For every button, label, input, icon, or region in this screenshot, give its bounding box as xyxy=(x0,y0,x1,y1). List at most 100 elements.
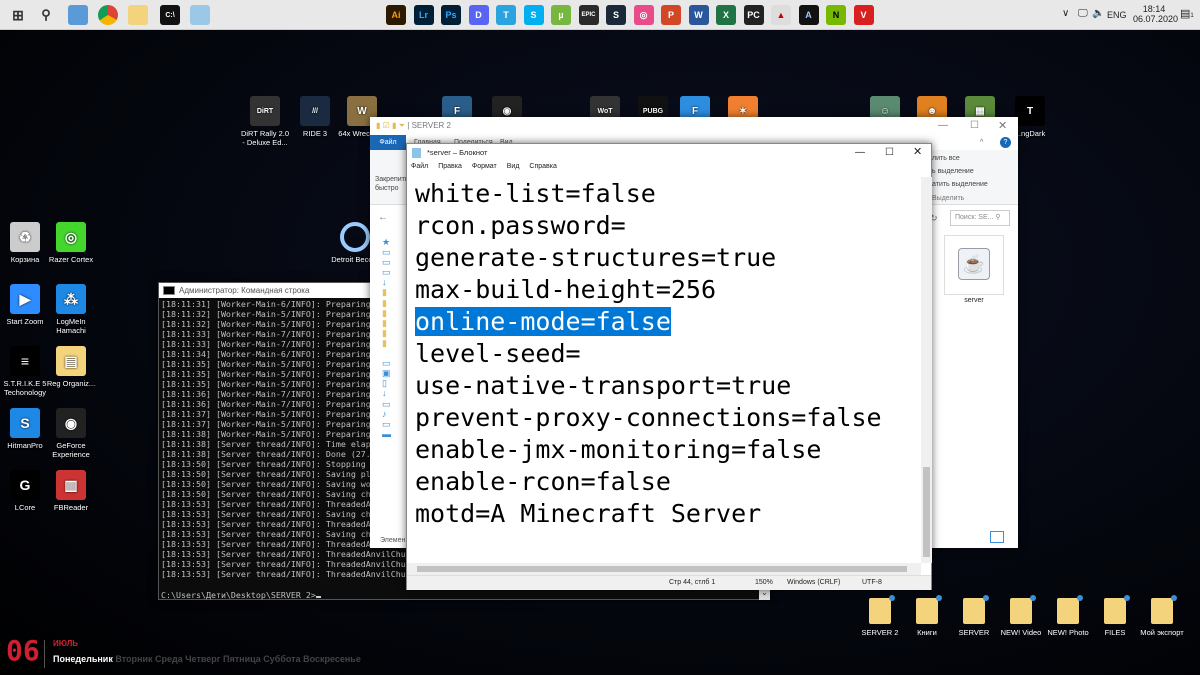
desktop-icon[interactable]: ◉ GeForce Experience xyxy=(46,408,96,459)
desktop-icon[interactable]: ⁂ LogMeIn Hamachi xyxy=(46,284,96,335)
app-icon: ♻ xyxy=(10,222,40,252)
maximize-button[interactable]: ☐ xyxy=(885,144,894,161)
select-none-button[interactable]: ь выделение xyxy=(932,168,974,175)
notepad-titlebar[interactable]: *server – Блокнот — ☐ ✕ xyxy=(407,144,931,161)
language-indicator[interactable]: ENG xyxy=(1107,10,1127,20)
desktop-icon[interactable]: ▤ Reg Organiz... xyxy=(46,346,96,388)
pin-quick-access-button[interactable]: Закрепить быстро xyxy=(375,175,409,193)
app-icon[interactable]: ◎ xyxy=(633,5,654,25)
desktop-icon[interactable]: S HitmanPro xyxy=(0,408,50,450)
icon-label: Razer Cortex xyxy=(48,255,94,264)
icon-label: S.T.R.I.K.E 5 Techonology xyxy=(3,379,47,397)
close-button[interactable]: ✕ xyxy=(913,144,922,161)
desktop-icon[interactable]: ≡ S.T.R.I.K.E 5 Techonology xyxy=(0,346,50,397)
terminal-icon[interactable]: C:\ xyxy=(160,5,180,25)
minimize-button[interactable]: — xyxy=(855,144,865,161)
folder-icon xyxy=(1104,595,1130,624)
cursor-position: Стр 44, стлб 1 xyxy=(669,579,716,586)
chevron-up-icon[interactable]: ∨ xyxy=(1062,8,1069,19)
volume-icon[interactable]: 🔈 xyxy=(1092,8,1104,19)
close-button[interactable]: ✕ xyxy=(998,117,1007,135)
notification-center-icon[interactable]: ▤1 xyxy=(1180,7,1194,20)
vivaldi-icon[interactable]: V xyxy=(853,5,874,25)
tab-file[interactable]: Файл xyxy=(370,135,406,150)
network-icon[interactable]: 🖵 xyxy=(1078,8,1088,19)
desktop-icon[interactable]: ▶ Start Zoom xyxy=(0,284,50,326)
illustrator-icon[interactable]: Ai xyxy=(386,5,406,25)
date: 06.07.2020 xyxy=(1133,14,1179,24)
aura-icon[interactable]: A xyxy=(798,5,819,25)
text-line: motd=A Minecraft Server xyxy=(415,499,762,528)
telegram-icon[interactable]: T xyxy=(496,5,516,25)
detroit-icon: ○ xyxy=(340,222,370,252)
desktop-icon[interactable]: ◎ Razer Cortex xyxy=(46,222,96,264)
desktop-folder[interactable]: Мой экспорт xyxy=(1134,595,1190,637)
desktop-icon[interactable]: G LCore xyxy=(0,470,50,512)
invert-selection-button[interactable]: атить выделение xyxy=(932,181,988,188)
word-icon[interactable]: W xyxy=(688,5,709,25)
desktop-icon[interactable]: ▥ FBReader xyxy=(46,470,96,512)
explorer-icon[interactable] xyxy=(68,5,88,25)
text-editor[interactable]: white-list=false rcon.password= generate-s… xyxy=(407,177,921,563)
horizontal-scrollbar[interactable] xyxy=(407,563,921,575)
calendar-day: 06 xyxy=(6,634,40,667)
powerpoint-icon[interactable]: P xyxy=(661,5,681,25)
app-icon: G xyxy=(10,470,40,500)
file-server[interactable]: ☕ xyxy=(944,235,1004,295)
clock[interactable]: 18:14 06.07.2020 xyxy=(1133,4,1179,24)
icon-label: GeForce Experience xyxy=(52,441,90,459)
notepad-window[interactable]: *server – Блокнот — ☐ ✕ Файл Правка Формат… xyxy=(406,143,932,590)
folder-label: Книги xyxy=(917,628,937,637)
quick-access-toolbar-icon[interactable]: ▮ ☑ ▮ ⏷ xyxy=(376,121,405,130)
view-toggle-icon[interactable] xyxy=(990,531,1004,543)
chrome-icon[interactable] xyxy=(98,5,118,25)
photoshop-icon[interactable]: Ps xyxy=(441,5,461,25)
select-all-button[interactable]: лить все xyxy=(932,155,960,162)
calendar-today: Понедельник xyxy=(53,654,113,664)
folder-label: NEW! Video xyxy=(1000,628,1042,637)
lightroom-icon[interactable]: Lr xyxy=(413,5,434,25)
search-input[interactable]: Поиск: SE... ⚲ xyxy=(950,210,1010,226)
windows-start-icon[interactable]: ⊞ xyxy=(8,5,28,25)
explorer-titlebar[interactable]: ▮ ☑ ▮ ⏷ | SERVER 2 — ☐ ✕ xyxy=(370,117,1018,135)
back-icon[interactable]: ← xyxy=(378,212,388,223)
desktop-icon[interactable]: /// RIDE 3 xyxy=(290,96,340,138)
navigation-pane[interactable]: ★ ▭ ▭ ▭ ↓ ▮ ▮ ▮ ▮ ▮ ▮ ▭ ▣ ▯ ↓ ▭ ♪ ▭ ▬ xyxy=(382,237,406,439)
app-icon[interactable] xyxy=(190,5,210,25)
maximize-button[interactable]: ☐ xyxy=(970,117,979,135)
app-icon: ▤ xyxy=(56,346,86,376)
menu-file[interactable]: Файл xyxy=(411,163,428,170)
selected-text: online-mode=false xyxy=(415,307,671,336)
vertical-scrollbar[interactable] xyxy=(921,177,932,563)
search-icon[interactable]: ⚲ xyxy=(36,5,56,25)
cmd-icon xyxy=(163,286,175,295)
cmd-prompt[interactable]: C:\Users\Дети\Desktop\SERVER 2> xyxy=(161,590,321,600)
help-icon[interactable]: ? xyxy=(1000,137,1011,148)
menu-edit[interactable]: Правка xyxy=(438,163,462,170)
folder-icon xyxy=(869,595,895,624)
collapse-ribbon-icon[interactable]: ^ xyxy=(980,135,983,150)
skype-icon[interactable]: S xyxy=(523,5,544,25)
desktop-icon[interactable]: DiRT DiRT Rally 2.0 - Deluxe Ed... xyxy=(240,96,290,147)
app-2-icon[interactable]: ▲ xyxy=(771,5,791,25)
menu-format[interactable]: Формат xyxy=(472,163,497,170)
folder-label: SERVER 2 xyxy=(861,628,899,637)
text-line: max-build-height=256 xyxy=(415,275,717,304)
excel-icon[interactable]: X xyxy=(716,5,736,25)
desktop-icon[interactable]: ♻ Корзина xyxy=(0,222,50,264)
folder-icon xyxy=(963,595,989,624)
notepad-title: *server – Блокнот xyxy=(427,148,488,157)
menu-view[interactable]: Вид xyxy=(507,163,520,170)
utorrent-icon[interactable]: µ xyxy=(551,5,571,25)
nvidia-icon[interactable]: N xyxy=(826,5,846,25)
folder-icon[interactable] xyxy=(128,5,148,25)
minimize-button[interactable]: — xyxy=(938,117,948,135)
steam-icon[interactable]: S xyxy=(606,5,626,25)
line-ending: Windows (CRLF) xyxy=(787,579,841,586)
menu-help[interactable]: Справка xyxy=(529,163,556,170)
pc-icon[interactable]: PC xyxy=(743,5,764,25)
discord-icon[interactable]: D xyxy=(468,5,489,25)
zoom-level: 150% xyxy=(755,579,773,586)
notepad-icon xyxy=(412,148,421,158)
epic-games-icon[interactable]: EPIC xyxy=(578,5,599,25)
